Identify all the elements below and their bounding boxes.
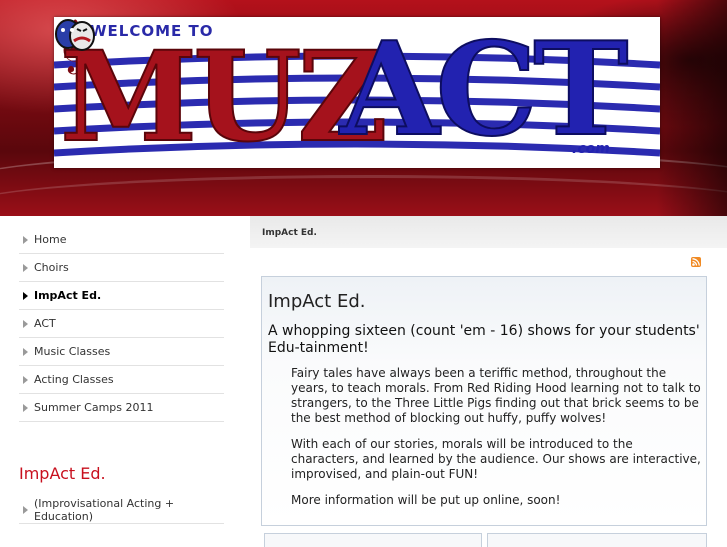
logo-dotcom-text: .com xyxy=(572,141,610,157)
article-paragraph: Fairy tales have always been a teriffic … xyxy=(291,366,701,425)
main-navigation: Home Choirs ImpAct Ed. ACT Music Classes… xyxy=(19,226,224,422)
triangle-right-icon xyxy=(23,403,28,412)
site-header: 𝄞 WELCOME TO MUZ ACT .com xyxy=(0,0,727,216)
article-title: ImpAct Ed. xyxy=(268,291,366,312)
nav-item-acting-classes[interactable]: Acting Classes xyxy=(19,366,224,394)
nav-item-label: Home xyxy=(34,233,67,246)
theater-masks-icon xyxy=(55,19,95,51)
nav-item-home[interactable]: Home xyxy=(19,226,224,254)
sub-navigation: (Improvisational Acting + Education) xyxy=(19,496,224,524)
triangle-right-icon xyxy=(23,291,28,300)
triangle-right-icon xyxy=(23,235,28,244)
nav-item-label: Music Classes xyxy=(34,345,111,358)
rss-feed-icon[interactable] xyxy=(691,257,701,267)
sidebar: Home Choirs ImpAct Ed. ACT Music Classes… xyxy=(19,226,224,524)
triangle-right-icon xyxy=(23,263,28,272)
breadcrumb: ImpAct Ed. xyxy=(262,228,317,238)
header-shadow xyxy=(657,0,727,216)
nav-item-label: Choirs xyxy=(34,261,69,274)
nav-item-label: Summer Camps 2011 xyxy=(34,401,154,414)
nav-item-music-classes[interactable]: Music Classes xyxy=(19,338,224,366)
nav-item-label: Acting Classes xyxy=(34,373,114,386)
site-logo[interactable]: 𝄞 WELCOME TO MUZ ACT .com xyxy=(54,17,660,168)
sub-nav-item-label: (Improvisational Acting + Education) xyxy=(34,496,175,523)
triangle-right-icon xyxy=(23,505,28,514)
nav-item-choirs[interactable]: Choirs xyxy=(19,254,224,282)
nav-item-impact-ed[interactable]: ImpAct Ed. xyxy=(19,282,224,310)
nav-item-label: ImpAct Ed. xyxy=(34,289,102,302)
triangle-right-icon xyxy=(23,375,28,384)
logo-word-red: MUZ xyxy=(59,24,389,168)
article-paragraph: With each of our stories, morals will be… xyxy=(291,437,701,481)
article-subtitle: A whopping sixteen (count 'em - 16) show… xyxy=(268,323,700,356)
triangle-right-icon xyxy=(23,319,28,328)
article-paragraph: More information will be put up online, … xyxy=(291,493,561,507)
breadcrumb-bar: ImpAct Ed. xyxy=(250,216,727,248)
nav-item-summer-camps[interactable]: Summer Camps 2011 xyxy=(19,394,224,422)
nav-item-label: ACT xyxy=(34,317,56,330)
logo-welcome-text: WELCOME TO xyxy=(90,22,214,40)
triangle-right-icon xyxy=(23,347,28,356)
sub-nav-item-improv-education[interactable]: (Improvisational Acting + Education) xyxy=(19,496,224,524)
article-box: ImpAct Ed. A whopping sixteen (count 'em… xyxy=(261,276,707,526)
nav-item-act[interactable]: ACT xyxy=(19,310,224,338)
sidebar-section-heading: ImpAct Ed. xyxy=(19,464,106,483)
